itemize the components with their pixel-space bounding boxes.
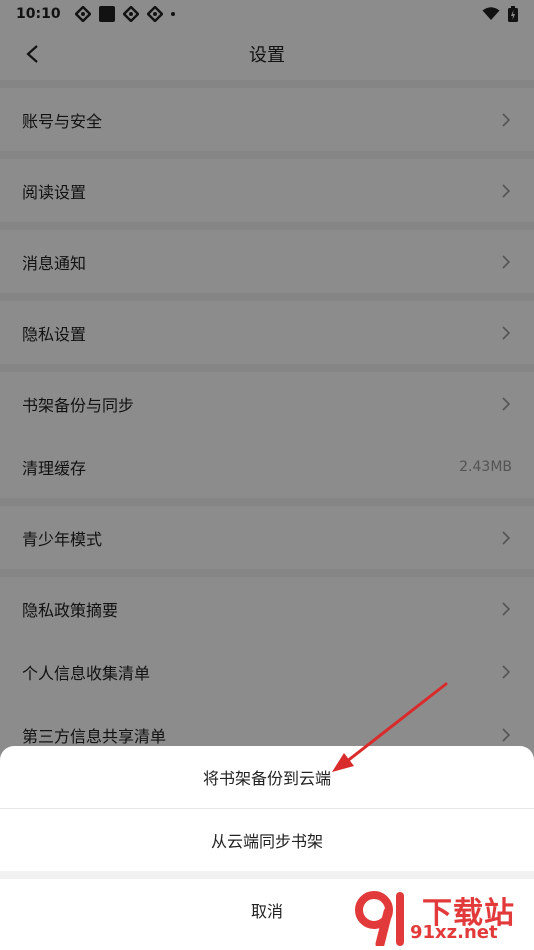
- site-logo-icon: [355, 891, 404, 946]
- watermark-url: 91xz.net: [410, 922, 498, 943]
- sync-from-cloud-button[interactable]: 从云端同步书架: [0, 809, 534, 871]
- site-watermark: 下载站 91xz.net: [352, 888, 528, 946]
- backup-to-cloud-button[interactable]: 将书架备份到云端: [0, 746, 534, 808]
- sheet-gap: [0, 871, 534, 879]
